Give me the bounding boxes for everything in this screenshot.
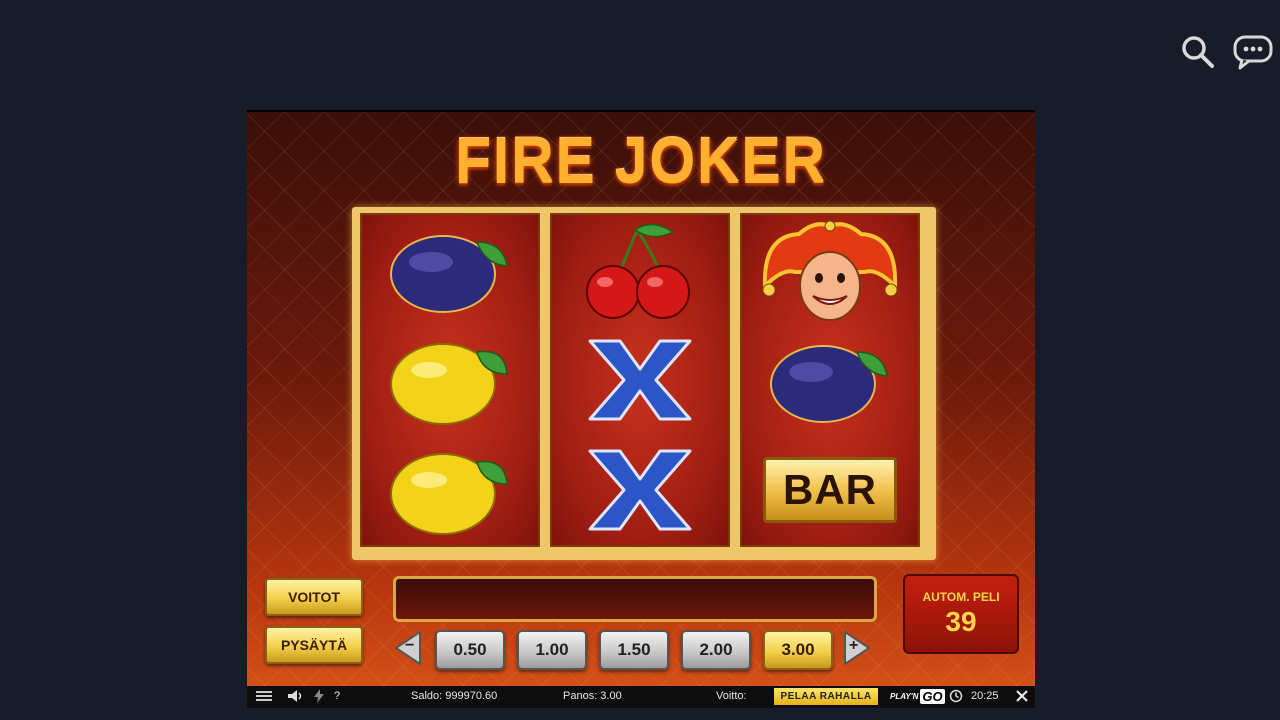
joker-symbol bbox=[742, 215, 918, 325]
autoplay-button[interactable]: AUTOM. PELI 39 bbox=[903, 574, 1019, 654]
reel-3: BAR bbox=[740, 213, 920, 547]
minus-label: − bbox=[405, 637, 415, 654]
stop-button[interactable]: PYSÄYTÄ bbox=[265, 626, 363, 664]
logo-prefix: PLAY'N bbox=[890, 692, 919, 701]
menu-icon[interactable] bbox=[255, 689, 273, 706]
balance-text: Saldo: 999970.60 bbox=[411, 690, 498, 702]
bet-text: Panos: 3.00 bbox=[563, 690, 622, 702]
win-text: Voitto: bbox=[716, 690, 747, 702]
bet-option-3-00[interactable]: 3.00 bbox=[763, 630, 833, 670]
chat-bubble-icon[interactable] bbox=[1232, 34, 1276, 75]
game-title: FIRE JOKER bbox=[455, 125, 827, 197]
slot-game: FIRE JOKER BAR VOITOT PYSÄYTÄ AUTOM. PEL… bbox=[247, 110, 1035, 708]
wins-button[interactable]: VOITOT bbox=[265, 578, 363, 616]
bet-increase-button[interactable]: + bbox=[843, 630, 873, 666]
bet-option-2-00[interactable]: 2.00 bbox=[681, 630, 751, 670]
lemon-symbol bbox=[362, 435, 538, 545]
plus-label: + bbox=[849, 637, 859, 654]
search-icon[interactable] bbox=[1180, 34, 1216, 75]
provider-logo: PLAY'N GO bbox=[887, 689, 948, 704]
bet-option-1-50[interactable]: 1.50 bbox=[599, 630, 669, 670]
x-symbol bbox=[552, 435, 728, 545]
bar-label: BAR bbox=[763, 457, 897, 523]
close-icon[interactable] bbox=[1015, 689, 1029, 706]
lemon-symbol bbox=[362, 325, 538, 435]
autoplay-count: 39 bbox=[945, 606, 977, 637]
reel-1 bbox=[360, 213, 540, 547]
cherry-symbol bbox=[552, 215, 728, 325]
bet-option-1-00[interactable]: 1.00 bbox=[517, 630, 587, 670]
bar-symbol: BAR bbox=[742, 435, 918, 545]
clock-time: 20:25 bbox=[971, 690, 999, 702]
bet-decrease-button[interactable]: − bbox=[392, 630, 422, 666]
clock-icon bbox=[949, 689, 963, 706]
plum-symbol bbox=[362, 215, 538, 325]
help-icon[interactable]: ? bbox=[334, 690, 340, 702]
lightning-icon[interactable] bbox=[313, 689, 325, 706]
autoplay-label: AUTOM. PELI bbox=[922, 590, 1000, 604]
status-bar: ? Saldo: 999970.60 Panos: 3.00 Voitto: P… bbox=[247, 686, 1035, 708]
bet-option-0-50[interactable]: 0.50 bbox=[435, 630, 505, 670]
plum-symbol bbox=[742, 325, 918, 435]
reel-2 bbox=[550, 213, 730, 547]
x-symbol bbox=[552, 325, 728, 435]
logo-go: GO bbox=[920, 689, 945, 704]
message-display bbox=[393, 576, 877, 622]
reel-frame: BAR bbox=[352, 207, 936, 560]
play-real-money-button[interactable]: PELAA RAHALLA bbox=[774, 688, 878, 705]
sound-icon[interactable] bbox=[287, 689, 305, 706]
